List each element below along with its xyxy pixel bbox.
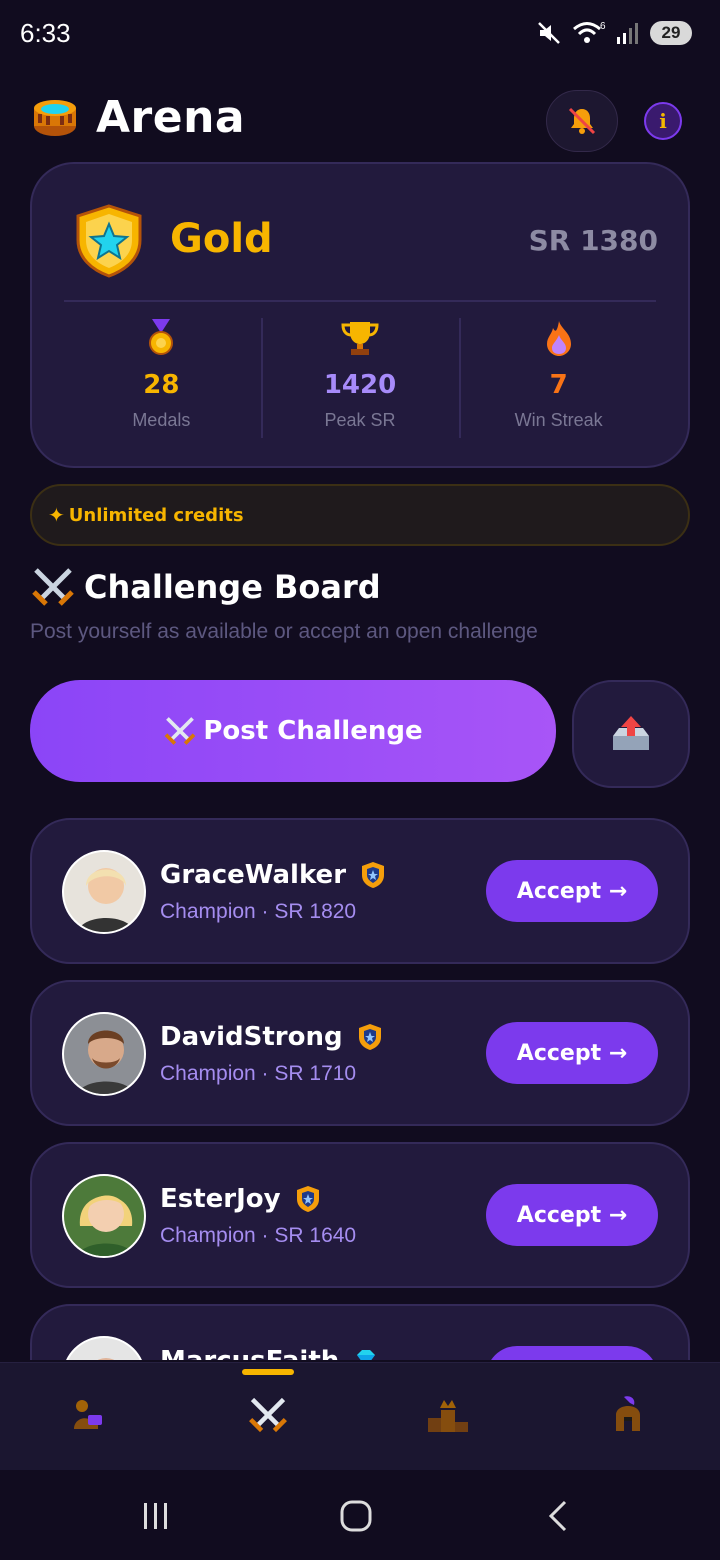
- home-icon: [340, 1500, 372, 1532]
- podium-crown-icon: [428, 1400, 468, 1432]
- challenge-row: DavidStrong Champion · SR 1710 Accept →: [30, 980, 690, 1126]
- page-title: Arena: [96, 92, 246, 143]
- challenge-row: GraceWalker Champion · SR 1820 Accept →: [30, 818, 690, 964]
- rank-tier: Gold: [170, 216, 273, 262]
- back-icon: [548, 1500, 567, 1532]
- credits-label: Unlimited credits: [68, 504, 244, 526]
- avatar: [62, 1336, 146, 1360]
- tab-arena[interactable]: [238, 1387, 298, 1443]
- tab-study[interactable]: [58, 1387, 118, 1443]
- champion-badge-icon: [362, 862, 385, 888]
- player-name: GraceWalker: [160, 860, 386, 890]
- player-name: MarcusFaith: [160, 1346, 379, 1360]
- spartan-helmet-icon: [616, 1396, 640, 1431]
- outbox-button[interactable]: [572, 680, 690, 788]
- sparkle-icon: ✦: [48, 503, 65, 527]
- tab-profile[interactable]: [598, 1387, 658, 1443]
- player-name-text: DavidStrong: [160, 1022, 343, 1052]
- gold-shield-icon: [76, 204, 142, 278]
- status-time: 6:33: [20, 18, 71, 48]
- stat-value: 7: [549, 370, 568, 400]
- section-title: Challenge Board: [84, 568, 381, 606]
- player-meta: Champion · SR 1640: [160, 1224, 357, 1247]
- tab-leaderboard[interactable]: [418, 1387, 478, 1443]
- signal-icon: [617, 23, 638, 44]
- home-button[interactable]: [336, 1498, 376, 1534]
- player-name-text: EsterJoy: [160, 1184, 281, 1214]
- accept-button[interactable]: [486, 1346, 658, 1360]
- current-sr: SR 1380: [528, 224, 658, 257]
- post-challenge-label: Post Challenge: [203, 716, 423, 746]
- trophy-icon: [341, 322, 379, 355]
- svg-text:6: 6: [600, 21, 606, 32]
- avatar: [62, 1174, 146, 1258]
- credits-pill: ✦ Unlimited credits: [30, 484, 690, 546]
- avatar: [62, 1012, 146, 1096]
- active-tab-indicator: [242, 1369, 294, 1375]
- mute-icon: [538, 22, 560, 44]
- challenge-row: EsterJoy Champion · SR 1640 Accept →: [30, 1142, 690, 1288]
- wifi-icon: 6: [573, 21, 606, 43]
- player-meta: Champion · SR 1820: [160, 900, 357, 923]
- player-meta: Champion · SR 1710: [160, 1062, 357, 1085]
- challenge-board-heading: Challenge Board: [30, 564, 381, 610]
- player-name-text: GraceWalker: [160, 860, 347, 890]
- accept-button[interactable]: Accept →: [486, 1022, 658, 1084]
- champion-badge-icon: [358, 1024, 381, 1050]
- back-button[interactable]: [538, 1498, 578, 1534]
- accept-button[interactable]: Accept →: [486, 860, 658, 922]
- stat-value: 1420: [323, 370, 397, 400]
- outbox-icon: [613, 716, 649, 750]
- crossed-swords-icon: [32, 568, 74, 606]
- stat-label: Medals: [132, 410, 191, 430]
- player-name: EsterJoy: [160, 1184, 321, 1214]
- challenge-row: MarcusFaith: [30, 1304, 690, 1360]
- section-subtitle: Post yourself as available or accept an …: [30, 620, 538, 643]
- stat-peak-sr: 1420 Peak SR: [260, 316, 460, 440]
- reading-person-icon: [74, 1400, 102, 1429]
- divider: [64, 300, 656, 302]
- player-name: DavidStrong: [160, 1022, 383, 1052]
- medal-icon: [149, 319, 174, 355]
- arena-icon: [34, 100, 76, 136]
- bottom-nav: [0, 1362, 720, 1470]
- stat-label: Win Streak: [514, 410, 603, 430]
- system-nav-bar: [0, 1470, 720, 1560]
- bell-muted-icon: [568, 107, 596, 135]
- info-icon: i: [659, 109, 667, 133]
- crossed-swords-icon: [249, 1397, 287, 1433]
- stats-row: 28 Medals 1420 Peak SR 7 Win Streak: [62, 316, 658, 440]
- fire-icon: [546, 321, 571, 356]
- status-icons: 6 29: [536, 20, 692, 46]
- stat-medals: 28 Medals: [62, 316, 261, 440]
- rank-card: Gold SR 1380 28 Medals 1420 Peak SR 7 Wi…: [30, 162, 690, 468]
- battery-indicator: 29: [650, 21, 692, 45]
- status-bar: 6:33 6 29: [0, 0, 720, 68]
- challenge-list: GraceWalker Champion · SR 1820 Accept → …: [30, 818, 690, 1360]
- avatar: [62, 850, 146, 934]
- crossed-swords-icon: [165, 717, 196, 745]
- recent-apps-icon: [144, 1503, 167, 1529]
- stat-win-streak: 7 Win Streak: [459, 316, 658, 440]
- diamond-badge-icon: [357, 1350, 376, 1360]
- champion-badge-icon: [296, 1186, 319, 1212]
- stat-label: Peak SR: [324, 410, 396, 430]
- app-header: Arena i: [30, 88, 690, 158]
- post-challenge-button[interactable]: Post Challenge: [30, 680, 556, 782]
- info-button[interactable]: i: [644, 102, 682, 140]
- stat-value: 28: [143, 370, 180, 400]
- player-name-text: MarcusFaith: [160, 1346, 339, 1360]
- recent-apps-button[interactable]: [136, 1498, 176, 1534]
- notifications-button[interactable]: [546, 90, 618, 152]
- accept-button[interactable]: Accept →: [486, 1184, 658, 1246]
